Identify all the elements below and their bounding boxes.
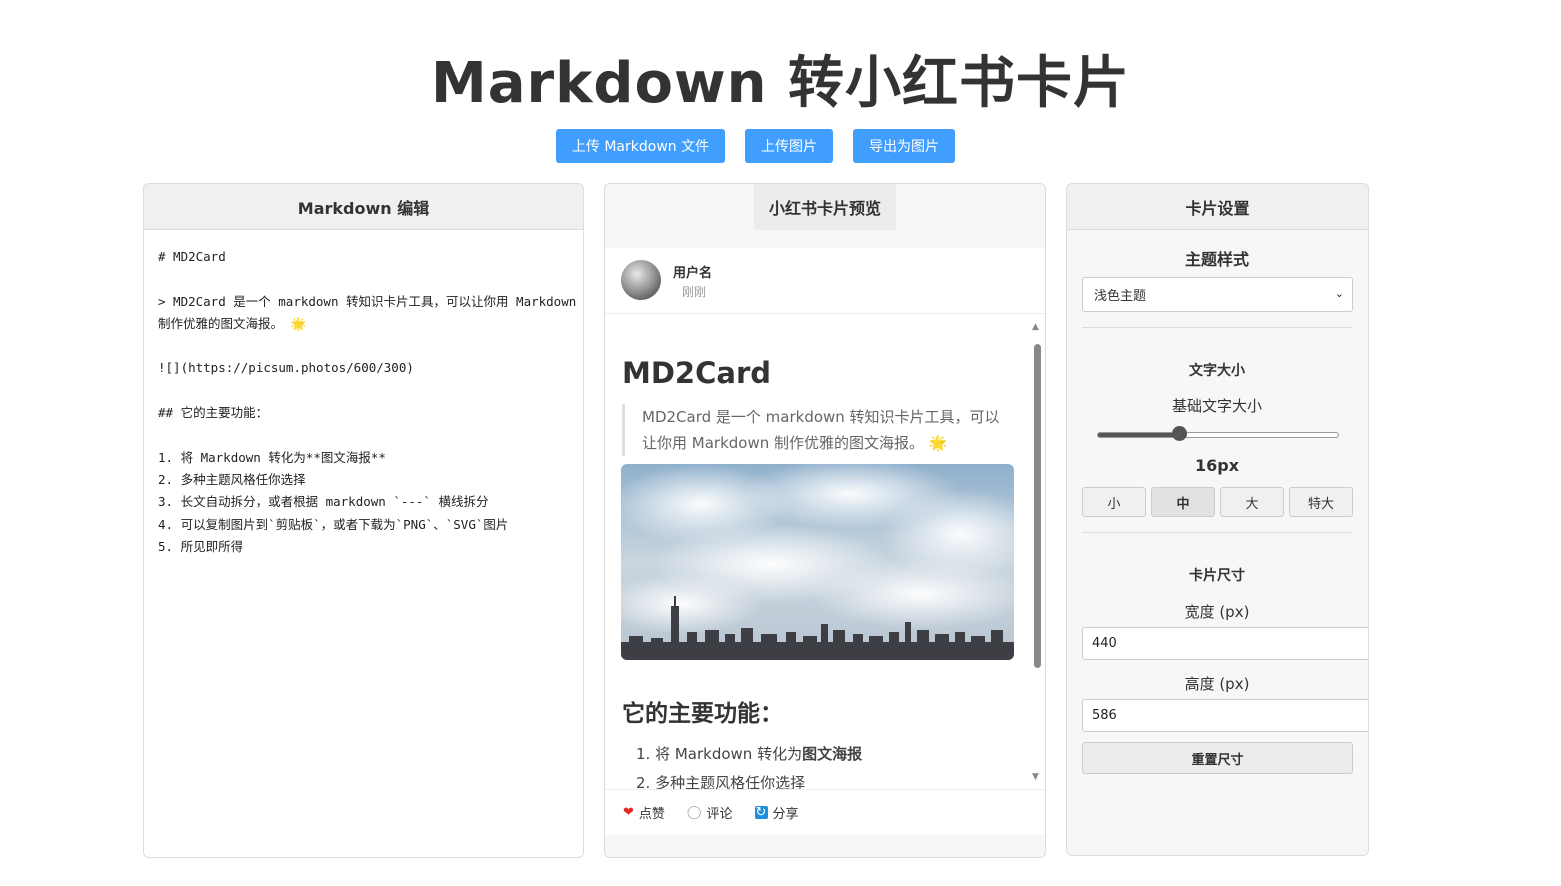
height-label: 高度 (px) — [1184, 675, 1250, 693]
card-heading: MD2Card — [622, 356, 772, 390]
toolbar: 上传 Markdown 文件 上传图片 导出为图片 — [0, 129, 1561, 163]
preview-header: 小红书卡片预览 — [754, 184, 896, 230]
settings-header: 卡片设置 — [1067, 184, 1368, 230]
editor-line: ## 它的主要功能： — [158, 405, 269, 421]
editor-line: 1. 将 Markdown 转化为**图文海报** — [158, 449, 386, 465]
width-label: 宽度 (px) — [1184, 603, 1250, 621]
upload-image-button[interactable]: 上传图片 — [745, 129, 833, 163]
divider — [1082, 532, 1353, 533]
comment-label: 评论 — [706, 806, 733, 822]
scroll-thumb[interactable] — [1034, 344, 1041, 668]
reset-size-button[interactable]: 重置尺寸 — [1082, 742, 1353, 774]
card-user-bar: 用户名 刚刚 — [605, 248, 1045, 314]
list-item-bold: 图文海报 — [802, 745, 863, 763]
editor-header: Markdown 编辑 — [144, 184, 583, 230]
editor-line: 2. 多种主题风格任你选择 — [158, 471, 306, 487]
font-size-slider[interactable] — [1097, 432, 1339, 438]
card-subheading: 它的主要功能： — [622, 701, 783, 727]
base-size-value: 16px — [1194, 456, 1240, 475]
list-item: 1. 将 Markdown 转化为图文海报 — [636, 743, 862, 764]
card-size-title: 卡片尺寸 — [1189, 568, 1245, 584]
scroll-down-icon[interactable]: ▼ — [1032, 772, 1039, 782]
base-size-label: 基础文字大小 — [1171, 397, 1262, 415]
settings-panel: 卡片设置 主题样式 浅色主题 ⌄ 文字大小 基础文字大小 16px 小 中 大 … — [1066, 183, 1369, 856]
size-small-button[interactable]: 小 — [1082, 487, 1146, 517]
list-item: 2. 多种主题风格任你选择 — [636, 774, 806, 789]
theme-select-value: 浅色主题 — [1094, 289, 1147, 304]
size-xlarge-button[interactable]: 特大 — [1289, 487, 1353, 517]
size-large-button[interactable]: 大 — [1220, 487, 1284, 517]
theme-title: 主题样式 — [1184, 250, 1249, 269]
markdown-editor[interactable]: # MD2Card > MD2Card 是一个 markdown 转知识卡片工具… — [144, 230, 583, 558]
editor-line: 4. 可以复制图片到`剪贴板`，或者下载为`PNG`、`SVG`图片 — [158, 516, 509, 532]
editor-line: 制作优雅的图文海报。 🌟 — [158, 315, 307, 331]
share-action[interactable]: ↻ 分享 — [754, 803, 799, 822]
export-image-button[interactable]: 导出为图片 — [853, 129, 955, 163]
scroll-up-icon[interactable]: ▲ — [1032, 322, 1039, 332]
like-action[interactable]: ❤ 点赞 — [623, 803, 665, 822]
upload-markdown-button[interactable]: 上传 Markdown 文件 — [556, 129, 725, 163]
editor-line: 5. 所见即所得 — [158, 538, 244, 554]
like-label: 点赞 — [638, 806, 665, 822]
editor-line: # MD2Card — [158, 249, 226, 264]
card-quote: MD2Card 是一个 markdown 转知识卡片工具，可以让你用 Markd… — [622, 404, 1012, 456]
editor-panel: Markdown 编辑 # MD2Card > MD2Card 是一个 mark… — [143, 183, 584, 858]
text-size-title: 文字大小 — [1189, 363, 1245, 379]
card-image — [621, 464, 1014, 660]
editor-line: 3. 长文自动拆分，或者根据 markdown `---` 横线拆分 — [158, 494, 489, 510]
comment-action[interactable]: ◯ 评论 — [687, 803, 733, 822]
page-title: Markdown 转小红书卡片 — [430, 51, 1131, 116]
card-actions: ❤ 点赞 ◯ 评论 ↻ 分享 — [605, 789, 1045, 834]
slider-thumb[interactable] — [1172, 426, 1188, 441]
slider-fill — [1098, 433, 1181, 437]
size-medium-button[interactable]: 中 — [1151, 487, 1215, 517]
heart-icon: ❤ — [623, 804, 634, 820]
width-input[interactable]: 440 — [1082, 627, 1368, 660]
editor-line: > MD2Card 是一个 markdown 转知识卡片工具，可以让你用 Mar… — [158, 293, 577, 309]
divider — [1082, 327, 1353, 328]
comment-icon: ◯ — [686, 804, 702, 820]
height-input[interactable]: 586 — [1082, 699, 1368, 732]
sun-emoji: 🌟 — [928, 434, 948, 452]
list-item-text: 1. 将 Markdown 转化为 — [636, 745, 803, 763]
chevron-down-icon: ⌄ — [1334, 287, 1344, 300]
preview-panel: 小红书卡片预览 用户名 刚刚 MD2Card MD2Card 是一个 markd… — [604, 183, 1046, 858]
city-skyline-image — [621, 464, 1014, 660]
preview-scrollbar[interactable]: ▲ ▼ — [1031, 322, 1043, 782]
username: 用户名 — [673, 266, 713, 281]
card-content[interactable]: MD2Card MD2Card 是一个 markdown 转知识卡片工具，可以让… — [605, 314, 1045, 789]
post-time: 刚刚 — [682, 285, 707, 299]
theme-select[interactable]: 浅色主题 ⌄ — [1082, 277, 1353, 312]
share-label: 分享 — [772, 806, 799, 822]
editor-line: ![](https://picsum.photos/600/300) — [158, 360, 414, 376]
avatar — [621, 260, 661, 300]
xhs-card: 用户名 刚刚 MD2Card MD2Card 是一个 markdown 转知识卡… — [605, 248, 1045, 834]
share-icon: ↻ — [754, 804, 768, 820]
